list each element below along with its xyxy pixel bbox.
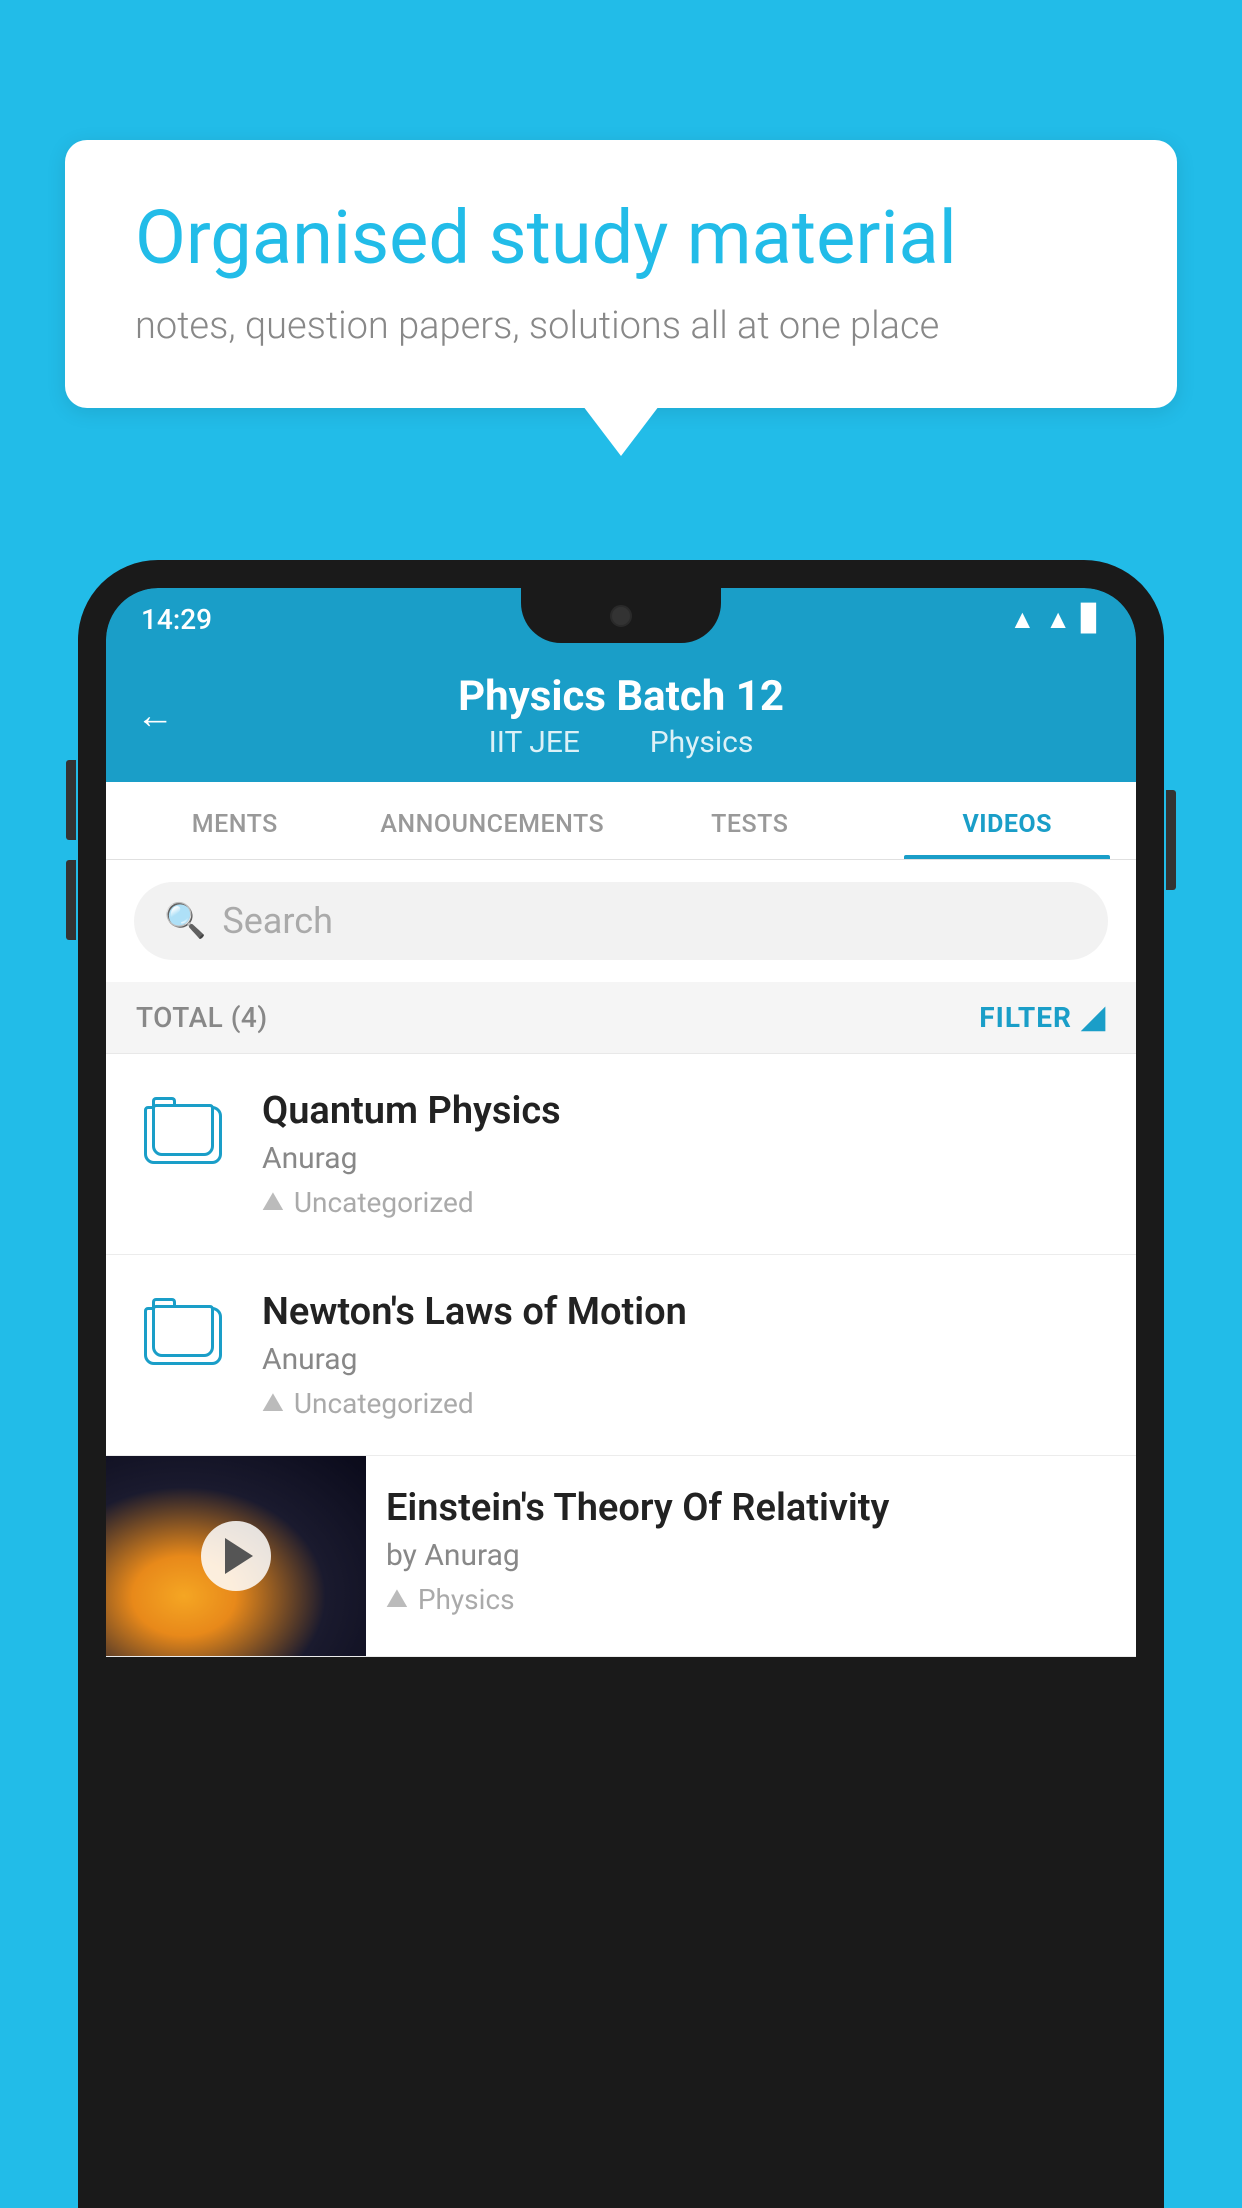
folder-front bbox=[152, 1104, 214, 1156]
tab-tests[interactable]: TESTS bbox=[621, 782, 879, 859]
app-header: ← Physics Batch 12 IIT JEE Physics bbox=[106, 650, 1136, 782]
phone-notch bbox=[521, 588, 721, 643]
subtitle-separator bbox=[607, 725, 622, 760]
speech-bubble: Organised study material notes, question… bbox=[65, 140, 1177, 408]
tag-label-2: Uncategorized bbox=[294, 1387, 474, 1420]
search-bar[interactable]: 🔍 Search bbox=[134, 882, 1108, 960]
search-bar-wrap: 🔍 Search bbox=[106, 860, 1136, 982]
folder-icon bbox=[144, 1094, 224, 1164]
back-button[interactable]: ← bbox=[136, 694, 174, 738]
tag-icon-2: ⛰ bbox=[262, 1388, 284, 1419]
battery-icon: ▊ bbox=[1081, 604, 1101, 634]
play-button[interactable] bbox=[201, 1521, 271, 1591]
folder-icon-wrap-2 bbox=[134, 1290, 234, 1365]
status-icons: ▲ ▲ ▊ bbox=[1010, 604, 1101, 635]
video-author-2: Anurag bbox=[262, 1342, 1108, 1377]
video-author: Anurag bbox=[262, 1141, 1108, 1176]
tag-icon-3: ⛰ bbox=[386, 1584, 408, 1615]
phone-mockup: 14:29 ▲ ▲ ▊ ← Physics Batch 12 IIT JEE P… bbox=[78, 560, 1164, 2208]
search-icon: 🔍 bbox=[164, 901, 206, 941]
folder-icon-wrap bbox=[134, 1089, 234, 1164]
tag-label: Uncategorized bbox=[294, 1186, 474, 1219]
video-thumbnail bbox=[106, 1456, 366, 1656]
video-title-3: Einstein's Theory Of Relativity bbox=[386, 1486, 1116, 1530]
header-title: Physics Batch 12 bbox=[458, 672, 784, 721]
signal-icon: ▲ bbox=[1045, 604, 1071, 635]
promo-section: Organised study material notes, question… bbox=[65, 140, 1177, 408]
status-time: 14:29 bbox=[141, 603, 212, 636]
video-tag-2: ⛰ Uncategorized bbox=[262, 1387, 1108, 1420]
promo-headline: Organised study material bbox=[135, 195, 1107, 284]
tabs-bar: MENTS ANNOUNCEMENTS TESTS VIDEOS bbox=[106, 782, 1136, 860]
phone-outer-shell: 14:29 ▲ ▲ ▊ ← Physics Batch 12 IIT JEE P… bbox=[78, 560, 1164, 2208]
video-info-2: Newton's Laws of Motion Anurag ⛰ Uncateg… bbox=[262, 1290, 1108, 1420]
video-info: Quantum Physics Anurag ⛰ Uncategorized bbox=[262, 1089, 1108, 1219]
total-count-label: TOTAL (4) bbox=[136, 1001, 268, 1034]
volume-down-button bbox=[66, 860, 76, 940]
folder-front-2 bbox=[152, 1305, 214, 1357]
wifi-icon: ▲ bbox=[1010, 604, 1036, 635]
power-button bbox=[1166, 790, 1176, 890]
tag-icon: ⛰ bbox=[262, 1187, 284, 1218]
phone-screen: 14:29 ▲ ▲ ▊ ← Physics Batch 12 IIT JEE P… bbox=[106, 588, 1136, 2208]
filter-button[interactable]: FILTER ◢ bbox=[979, 1000, 1106, 1035]
video-info-3: Einstein's Theory Of Relativity by Anura… bbox=[366, 1456, 1136, 1646]
play-triangle-icon bbox=[225, 1538, 253, 1574]
front-camera bbox=[610, 605, 632, 627]
video-item-quantum[interactable]: Quantum Physics Anurag ⛰ Uncategorized bbox=[106, 1054, 1136, 1255]
filter-bar: TOTAL (4) FILTER ◢ bbox=[106, 982, 1136, 1054]
video-list: Quantum Physics Anurag ⛰ Uncategorized bbox=[106, 1054, 1136, 1657]
video-tag-3: ⛰ Physics bbox=[386, 1583, 1116, 1616]
subtitle-iitjee: IIT JEE bbox=[489, 725, 580, 760]
video-title: Quantum Physics bbox=[262, 1089, 1108, 1133]
tab-videos[interactable]: VIDEOS bbox=[879, 782, 1137, 859]
volume-up-button bbox=[66, 760, 76, 840]
folder-icon-2 bbox=[144, 1295, 224, 1365]
search-input[interactable]: Search bbox=[222, 900, 333, 942]
tab-announcements[interactable]: ANNOUNCEMENTS bbox=[364, 782, 622, 859]
video-item-newton[interactable]: Newton's Laws of Motion Anurag ⛰ Uncateg… bbox=[106, 1255, 1136, 1456]
tab-ments[interactable]: MENTS bbox=[106, 782, 364, 859]
tag-label-3: Physics bbox=[418, 1583, 515, 1616]
header-subtitle: IIT JEE Physics bbox=[479, 725, 764, 760]
promo-subtext: notes, question papers, solutions all at… bbox=[135, 304, 1107, 348]
video-tag: ⛰ Uncategorized bbox=[262, 1186, 1108, 1219]
video-author-3: by Anurag bbox=[386, 1538, 1116, 1573]
thumb-bg bbox=[106, 1456, 366, 1656]
filter-label: FILTER bbox=[979, 1001, 1072, 1034]
filter-icon: ◢ bbox=[1082, 1000, 1106, 1035]
subtitle-physics: Physics bbox=[650, 725, 754, 760]
video-item-einstein[interactable]: Einstein's Theory Of Relativity by Anura… bbox=[106, 1456, 1136, 1657]
video-title-2: Newton's Laws of Motion bbox=[262, 1290, 1108, 1334]
